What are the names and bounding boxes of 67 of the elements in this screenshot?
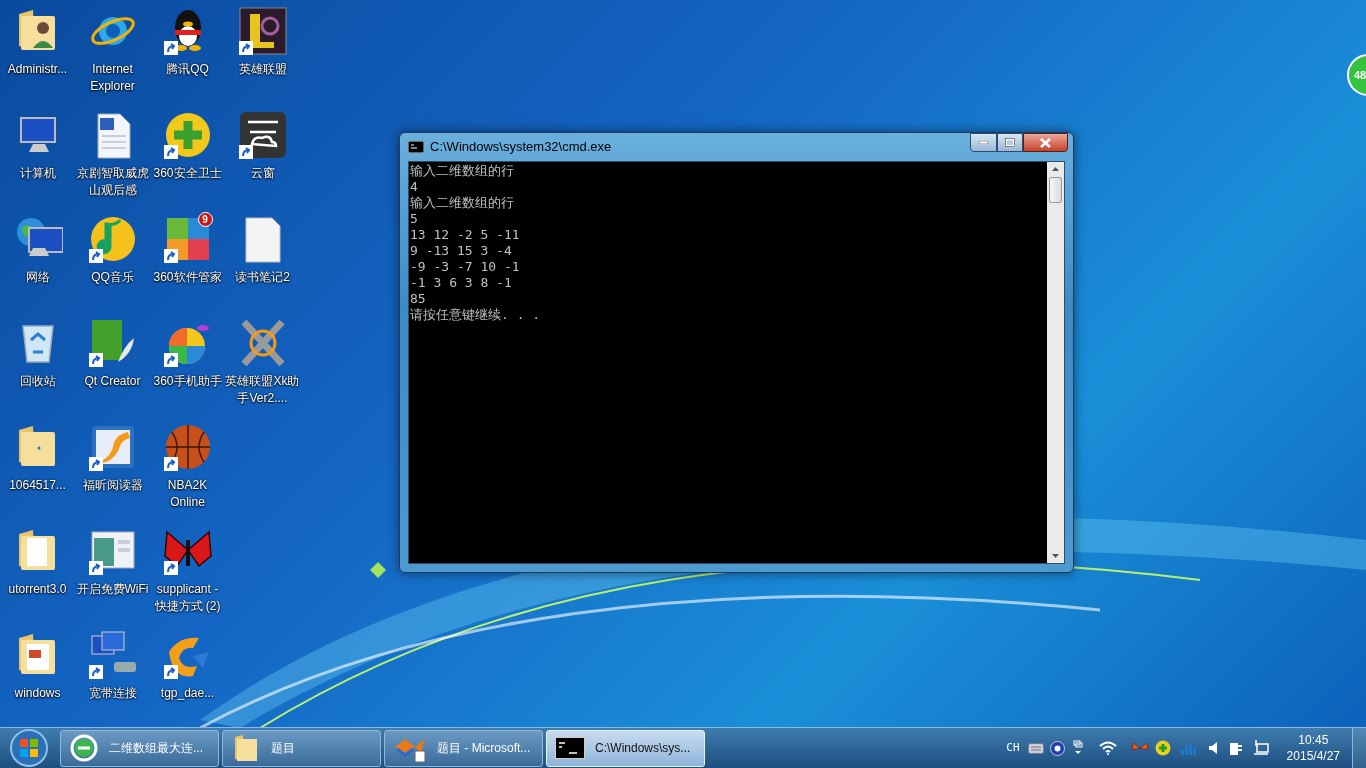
- console-line: -1 3 6 3 8 -1: [410, 275, 512, 291]
- wifi-icon[interactable]: [1098, 741, 1117, 755]
- minimize-button[interactable]: [970, 133, 997, 152]
- maximize-button[interactable]: [997, 133, 1023, 152]
- icon-label[interactable]: Administr...: [0, 61, 75, 78]
- icon-label[interactable]: 宽带连接: [75, 685, 150, 702]
- console-line: 13 12 -2 5 -11: [410, 227, 520, 243]
- taskbar-button[interactable]: 二维数组最大连...: [60, 729, 219, 767]
- badge-count: 48: [1354, 67, 1366, 83]
- scroll-down-icon[interactable]: [1052, 554, 1059, 558]
- icon-label[interactable]: 360软件管家: [150, 269, 225, 286]
- scroll-thumb[interactable]: [1049, 177, 1062, 203]
- icon-label[interactable]: 360手机助手: [150, 373, 225, 390]
- maximize-icon: [1005, 138, 1015, 147]
- console-icon: [408, 141, 424, 153]
- icon-label[interactable]: 云窗: [225, 165, 300, 182]
- taskbar-button[interactable]: 题目: [222, 729, 381, 767]
- show-desktop-button[interactable]: [1352, 728, 1366, 768]
- taskbar-button[interactable]: C:\Windows\sys...: [546, 729, 705, 767]
- icon-label[interactable]: QQ音乐: [75, 269, 150, 286]
- icon-label[interactable]: 读书笔记2: [225, 269, 300, 286]
- console-icon: [555, 737, 585, 759]
- speaker-icon[interactable]: [1208, 741, 1217, 755]
- clock-date[interactable]: 2015/4/27: [1286, 748, 1340, 764]
- icon-label[interactable]: 英雄联盟Xk助手Ver2....: [225, 373, 300, 407]
- console-line: 请按任意键继续. . .: [410, 307, 541, 323]
- language-indicator[interactable]: CH: [1006, 739, 1020, 757]
- console-line: 85: [410, 291, 426, 307]
- icon-label[interactable]: windows: [0, 685, 75, 702]
- windows-arrange-icon[interactable]: [1072, 740, 1083, 756]
- scrollbar[interactable]: [1047, 162, 1064, 563]
- close-button[interactable]: [1023, 133, 1068, 152]
- minimize-icon: [979, 141, 988, 144]
- console-line: 5: [410, 211, 418, 227]
- icon-label[interactable]: 福昕阅读器: [75, 477, 150, 494]
- console-line: 9 -13 15 3 -4: [410, 243, 512, 259]
- icon-label[interactable]: 网络: [0, 269, 75, 286]
- icon-label[interactable]: tgp_dae...: [150, 685, 225, 702]
- icon-label[interactable]: 回收站: [0, 373, 75, 390]
- network-icon[interactable]: [1252, 740, 1269, 756]
- taskbar-button[interactable]: 题目 - Microsoft...: [384, 729, 543, 767]
- icon-label[interactable]: 开启免费WiFi: [75, 581, 150, 598]
- icon-label[interactable]: Qt Creator: [75, 373, 150, 390]
- cloud-tile-icon[interactable]: [237, 110, 288, 160]
- console-line: 输入二维数组的行: [410, 163, 514, 179]
- icon-label[interactable]: Internet Explorer: [75, 61, 150, 95]
- icon-label[interactable]: 京剧智取威虎山观后感: [75, 165, 150, 199]
- icon-label[interactable]: 1064517...: [0, 477, 75, 494]
- keyboard-icon[interactable]: [1027, 742, 1044, 754]
- icon-label[interactable]: 英雄联盟: [225, 61, 300, 78]
- icon-label[interactable]: 360安全卫士: [150, 165, 225, 182]
- start-button[interactable]: [8, 728, 50, 768]
- power-plug-icon[interactable]: [1228, 740, 1243, 756]
- console-line: -9 -3 -7 10 -1: [410, 259, 520, 275]
- scroll-up-icon[interactable]: [1052, 167, 1059, 171]
- icon-label[interactable]: supplicant - 快捷方式 (2): [150, 581, 225, 615]
- clock-time[interactable]: 10:45: [1298, 732, 1329, 748]
- game-emblem-icon[interactable]: [237, 6, 288, 56]
- icon-label[interactable]: 腾讯QQ: [150, 61, 225, 78]
- console-line: 4: [410, 179, 418, 195]
- window-title: C:\Windows\system32\cmd.exe: [430, 138, 612, 157]
- icon-label[interactable]: utorrent3.0: [0, 581, 75, 598]
- close-icon: [1040, 137, 1051, 148]
- plus-circle-icon[interactable]: [1154, 740, 1171, 756]
- icon-label[interactable]: NBA2K Online: [150, 477, 225, 511]
- icon-label[interactable]: 计算机: [0, 165, 75, 182]
- console-line: 输入二维数组的行: [410, 195, 514, 211]
